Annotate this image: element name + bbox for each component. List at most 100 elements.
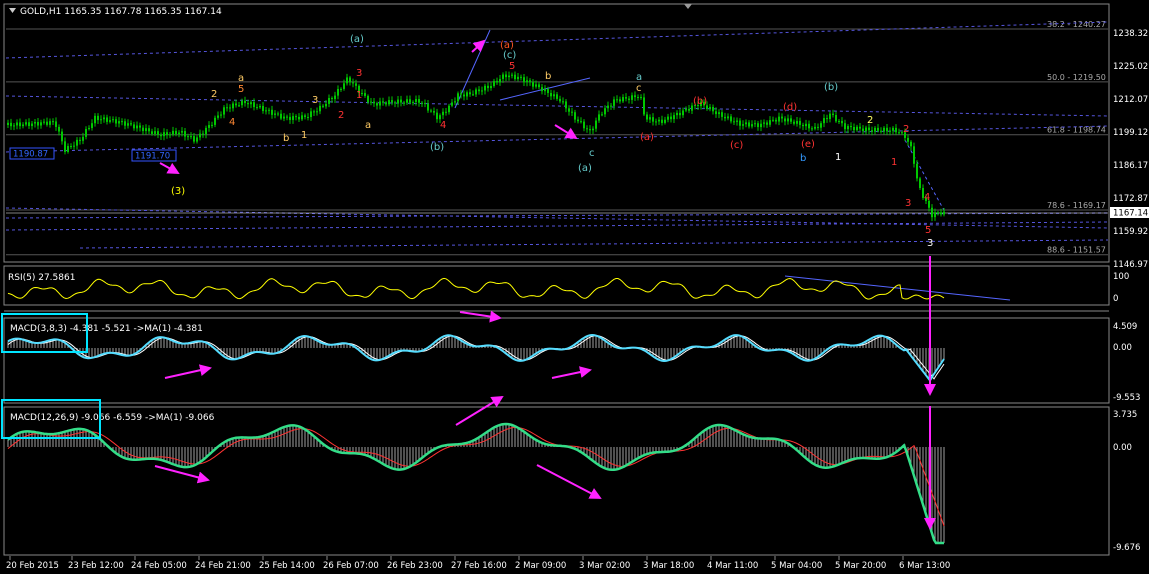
- candle-body: [112, 119, 114, 121]
- wave-label: 1: [891, 157, 897, 168]
- candle-body: [721, 112, 723, 117]
- candle-body: [121, 121, 123, 123]
- candle-body: [382, 101, 384, 103]
- candle-body: [643, 97, 645, 115]
- current-price: 1167.14: [1113, 209, 1148, 219]
- candle-body: [256, 107, 258, 109]
- candle-body: [202, 133, 204, 135]
- candle-body: [496, 80, 498, 83]
- macd-slow-title: MACD(12,26,9) -9.066 -6.559 ->MA(1) -9.0…: [10, 413, 215, 423]
- wave-label: 3: [927, 238, 933, 249]
- candle-body: [772, 119, 774, 121]
- candle-body: [829, 113, 831, 119]
- candle-body: [520, 76, 522, 78]
- wave-label: 5: [925, 225, 931, 236]
- candle-body: [661, 119, 663, 123]
- fib-label: 88.6 - 1151.57: [1047, 246, 1106, 255]
- candle-body: [364, 93, 366, 96]
- candle-body: [547, 89, 549, 93]
- candle-body: [196, 137, 198, 142]
- wave-label: (b): [693, 96, 707, 107]
- candle-body: [178, 132, 180, 135]
- candle-body: [94, 115, 96, 124]
- candle-body: [88, 128, 90, 130]
- candle-body: [160, 134, 162, 137]
- candle-body: [712, 106, 714, 112]
- candle-body: [796, 120, 798, 124]
- candle-body: [859, 126, 861, 129]
- candle-body: [511, 74, 513, 76]
- time-tick: 27 Feb 16:00: [451, 561, 507, 571]
- wave-label: (a): [640, 132, 654, 143]
- candle-body: [259, 105, 261, 108]
- candle-body: [517, 76, 519, 80]
- candle-body: [322, 105, 324, 107]
- candle-body: [271, 109, 273, 115]
- candle-body: [16, 122, 18, 126]
- candle-body: [427, 103, 429, 111]
- candle-body: [106, 117, 108, 122]
- candle-body: [250, 102, 252, 105]
- candle-body: [784, 118, 786, 122]
- candle-body: [562, 101, 564, 103]
- candle-body: [385, 102, 387, 105]
- candle-body: [475, 89, 477, 95]
- candle-body: [43, 121, 45, 123]
- wave-label: 2: [338, 110, 344, 121]
- trading-chart[interactable]: 38.2 - 1240.2750.0 - 1219.5061.8 - 1198.…: [0, 0, 1149, 574]
- candle-body: [652, 117, 654, 122]
- candle-body: [61, 131, 63, 142]
- wave-label: (b): [430, 142, 444, 153]
- candle-body: [451, 102, 453, 106]
- candle-body: [571, 111, 573, 113]
- candle-body: [553, 94, 555, 97]
- candle-body: [220, 114, 222, 116]
- candle-body: [580, 121, 582, 123]
- time-tick: 26 Feb 23:00: [387, 561, 443, 571]
- time-tick: 6 Mar 13:00: [899, 561, 950, 571]
- candle-body: [604, 108, 606, 115]
- candle-body: [934, 212, 936, 218]
- candle-body: [847, 126, 849, 130]
- candle-body: [262, 105, 264, 112]
- candle-body: [139, 125, 141, 128]
- candle-body: [445, 111, 447, 113]
- candle-body: [40, 122, 42, 126]
- candle-body: [49, 121, 51, 125]
- wave-label: 5: [509, 61, 515, 72]
- wave-label: 4: [440, 120, 446, 131]
- candle-body: [733, 121, 735, 123]
- candle-body: [73, 145, 75, 147]
- macd-fast-title: MACD(3,8,3) -4.381 -5.521 ->MA(1) -4.381: [10, 324, 203, 334]
- candle-body: [19, 122, 21, 127]
- candle-body: [433, 111, 435, 113]
- wave-label: (c): [503, 50, 516, 61]
- candle-body: [877, 127, 879, 131]
- candle-body: [586, 128, 588, 130]
- candle-body: [913, 146, 915, 164]
- candle-body: [769, 120, 771, 125]
- candle-body: [916, 163, 918, 179]
- candle-body: [814, 126, 816, 129]
- candle-body: [397, 99, 399, 104]
- fib-label: 38.2 - 1240.27: [1047, 20, 1106, 29]
- candle-body: [673, 115, 675, 120]
- candle-body: [316, 111, 318, 113]
- candle-body: [862, 128, 864, 132]
- candle-body: [616, 99, 618, 101]
- macd-fast-tick: 0.00: [1113, 343, 1132, 353]
- candle-body: [574, 112, 576, 120]
- candle-body: [742, 124, 744, 126]
- candle-body: [493, 80, 495, 87]
- candle-body: [460, 93, 462, 95]
- rsi-title: RSI(5) 27.5861: [8, 273, 75, 283]
- rsi-tick: 100: [1113, 272, 1129, 282]
- candle-body: [313, 111, 315, 113]
- candle-body: [208, 125, 210, 128]
- wave-label: b: [800, 153, 806, 164]
- candle-body: [943, 211, 945, 215]
- candle-body: [610, 105, 612, 107]
- candle-body: [811, 128, 813, 130]
- candle-body: [421, 102, 423, 104]
- candle-body: [298, 116, 300, 120]
